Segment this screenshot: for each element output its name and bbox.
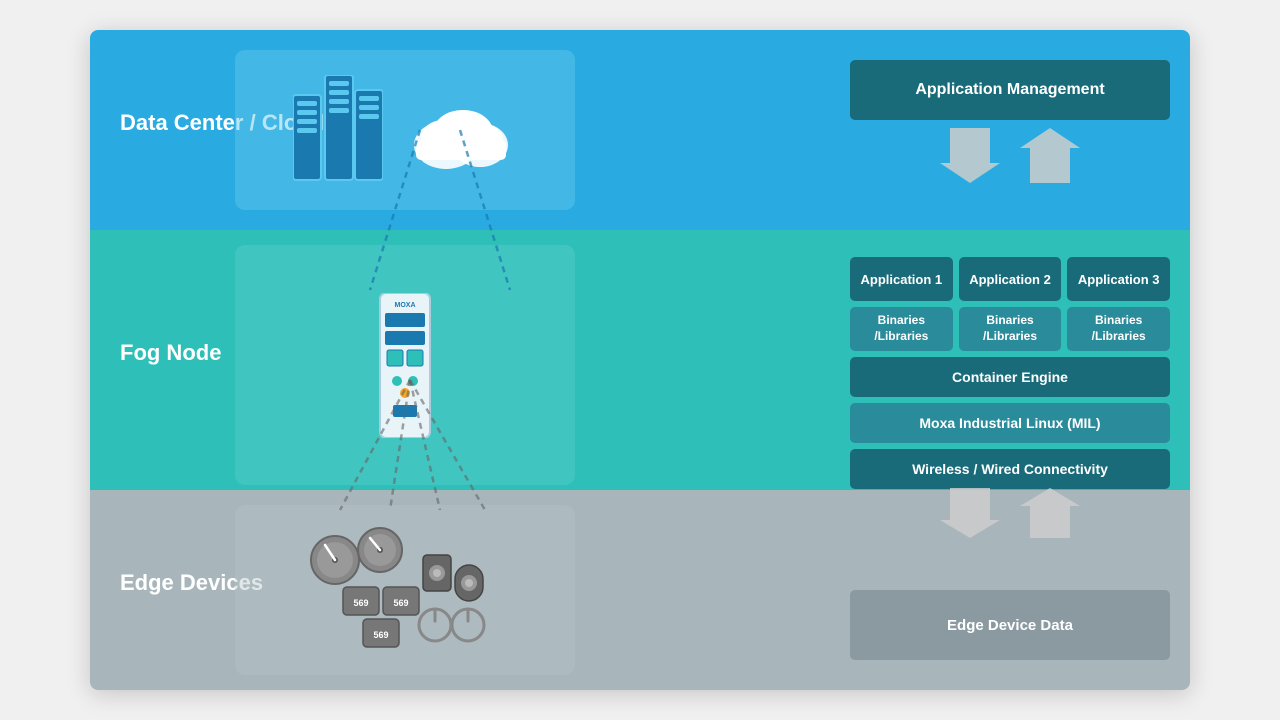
arrow-down-icon bbox=[940, 128, 1000, 183]
wireless-box: Wireless / Wired Connectivity bbox=[850, 449, 1170, 489]
arrow-up-icon bbox=[1020, 128, 1080, 183]
architecture-diagram: Data Center / Cloud Fog Node Edge Device… bbox=[90, 30, 1190, 690]
server-icon bbox=[293, 75, 383, 185]
svg-text:569: 569 bbox=[393, 598, 408, 608]
container-engine-box: Container Engine bbox=[850, 357, 1170, 397]
svg-text:MOXA: MOXA bbox=[395, 302, 416, 309]
cloud-center-illustration bbox=[235, 50, 575, 210]
cloud-right-panel: Application Management bbox=[850, 60, 1170, 183]
app1-box: Application 1 bbox=[850, 257, 953, 301]
mil-box: Moxa Industrial Linux (MIL) bbox=[850, 403, 1170, 443]
app-management-box: Application Management bbox=[850, 60, 1170, 120]
arrow-up-2-icon bbox=[1020, 488, 1080, 538]
app2-box: Application 2 bbox=[959, 257, 1062, 301]
bin2-box: Binaries /Libraries bbox=[959, 307, 1062, 351]
edge-right-panel: Edge Device Data bbox=[850, 590, 1170, 660]
svg-text:569: 569 bbox=[353, 598, 368, 608]
fog-edge-arrows bbox=[850, 488, 1170, 538]
edge-device-data-box: Edge Device Data bbox=[850, 590, 1170, 660]
edge-center-illustration: 569 569 569 bbox=[235, 505, 575, 675]
fog-center-illustration: MOXA bbox=[235, 245, 575, 485]
fog-layer-label: Fog Node bbox=[120, 340, 221, 366]
cloud-icon bbox=[408, 90, 518, 170]
edge-devices-icon: 569 569 569 bbox=[305, 525, 505, 655]
svg-text:569: 569 bbox=[373, 630, 388, 640]
app3-box: Application 3 bbox=[1067, 257, 1170, 301]
moxa-device-icon: MOXA bbox=[375, 293, 435, 438]
fog-right-panel: Application 1 Application 2 Application … bbox=[850, 245, 1170, 501]
arrow-down-2-icon bbox=[940, 488, 1000, 538]
bin1-box: Binaries /Libraries bbox=[850, 307, 953, 351]
bin3-box: Binaries /Libraries bbox=[1067, 307, 1170, 351]
